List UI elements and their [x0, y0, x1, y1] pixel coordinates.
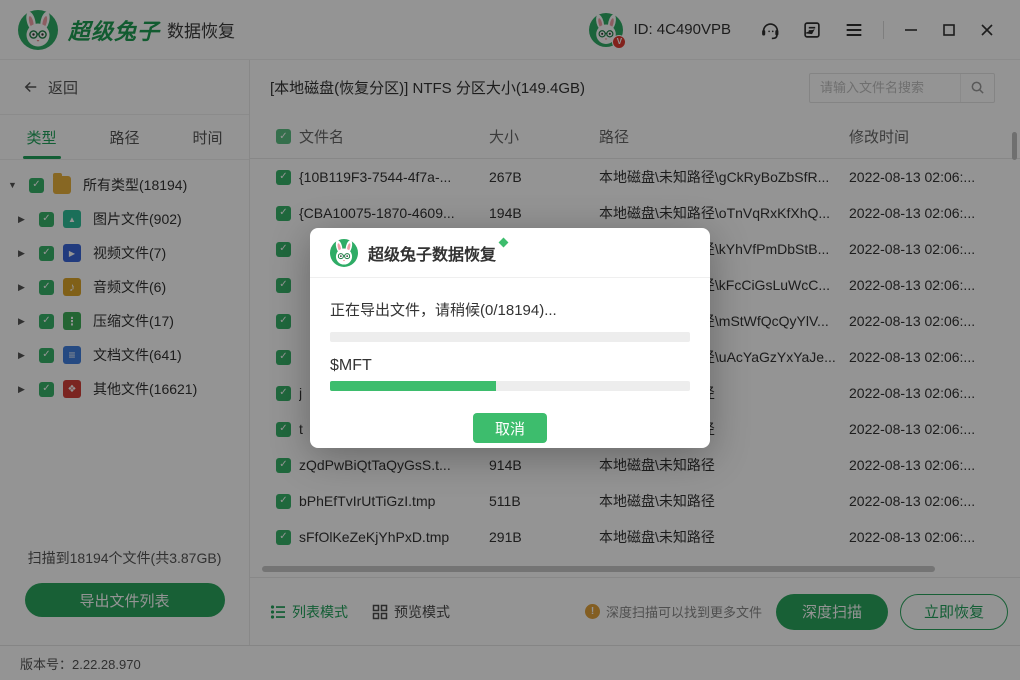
dialog-header: 超级兔子数据恢复 [310, 228, 710, 278]
export-status-message: 正在导出文件，请稍候(0/18194)... [330, 299, 690, 320]
file-progress-fill [330, 381, 496, 391]
overall-progress-bar [330, 332, 690, 342]
cancel-button[interactable]: 取消 [473, 413, 547, 443]
file-progress-bar [330, 381, 690, 391]
dialog-title: 超级兔子数据恢复 [368, 241, 496, 265]
sparkle-icon [499, 238, 509, 248]
export-progress-dialog: 超级兔子数据恢复 正在导出文件，请稍候(0/18194)... $MFT 取消 [310, 228, 710, 448]
dialog-body: 正在导出文件，请稍候(0/18194)... $MFT 取消 [310, 299, 710, 443]
dialog-logo-icon [330, 239, 358, 267]
current-file-name: $MFT [330, 357, 690, 375]
app-window: 超级兔子 数据恢复 V ID: 4C490VPB [0, 0, 1020, 680]
